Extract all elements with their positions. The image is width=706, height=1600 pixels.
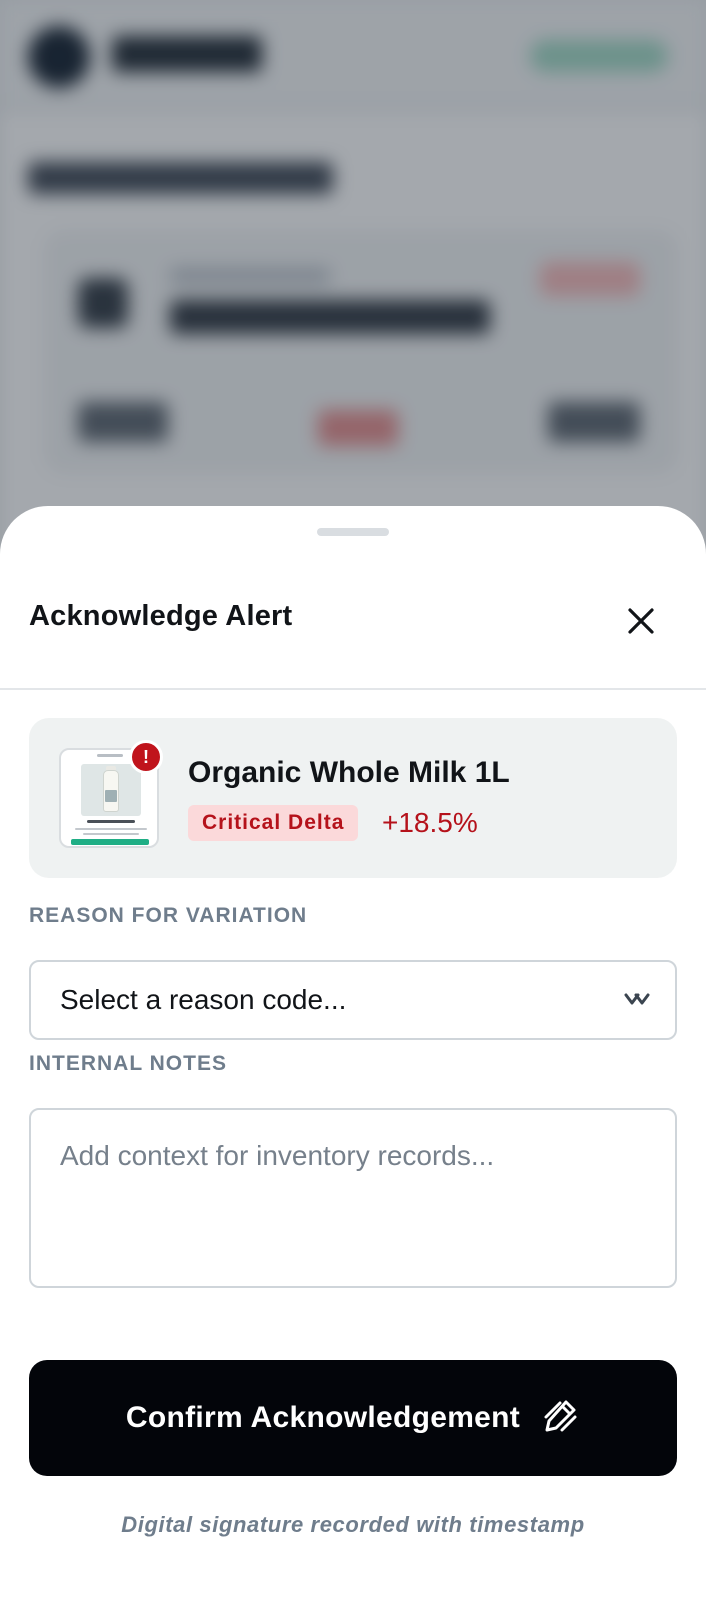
confirm-button-label: Confirm Acknowledgement [125,1401,521,1434]
close-icon [626,606,656,641]
internal-notes-field[interactable] [29,1108,677,1288]
confirm-acknowledgement-button[interactable]: Confirm Acknowledgement [29,1360,677,1476]
acknowledge-alert-sheet: Acknowledge Alert ! Organic Whole Milk 1… [0,506,706,1600]
chevron-down-icon [623,990,651,1017]
signature-icon [542,1397,580,1440]
signature-footnote: Digital signature recorded with timestam… [121,1512,585,1537]
product-name: Organic Whole Milk 1L [188,756,510,789]
reason-code-select[interactable]: Select a reason code... [29,960,677,1040]
reason-label: REASON FOR VARIATION [29,904,308,927]
reason-select-value: Select a reason code... [60,984,347,1015]
delta-value: +18.5% [382,807,478,838]
header-divider [0,688,706,690]
notes-label: INTERNAL NOTES [29,1052,227,1075]
product-summary-card: ! Organic Whole Milk 1L Critical Delta +… [29,718,677,878]
sheet-drag-handle[interactable] [317,528,389,536]
status-badge: Critical Delta [188,805,359,841]
close-button[interactable] [618,600,664,646]
exclamation-icon: ! [129,740,163,774]
sheet-title: Acknowledge Alert [29,600,293,632]
